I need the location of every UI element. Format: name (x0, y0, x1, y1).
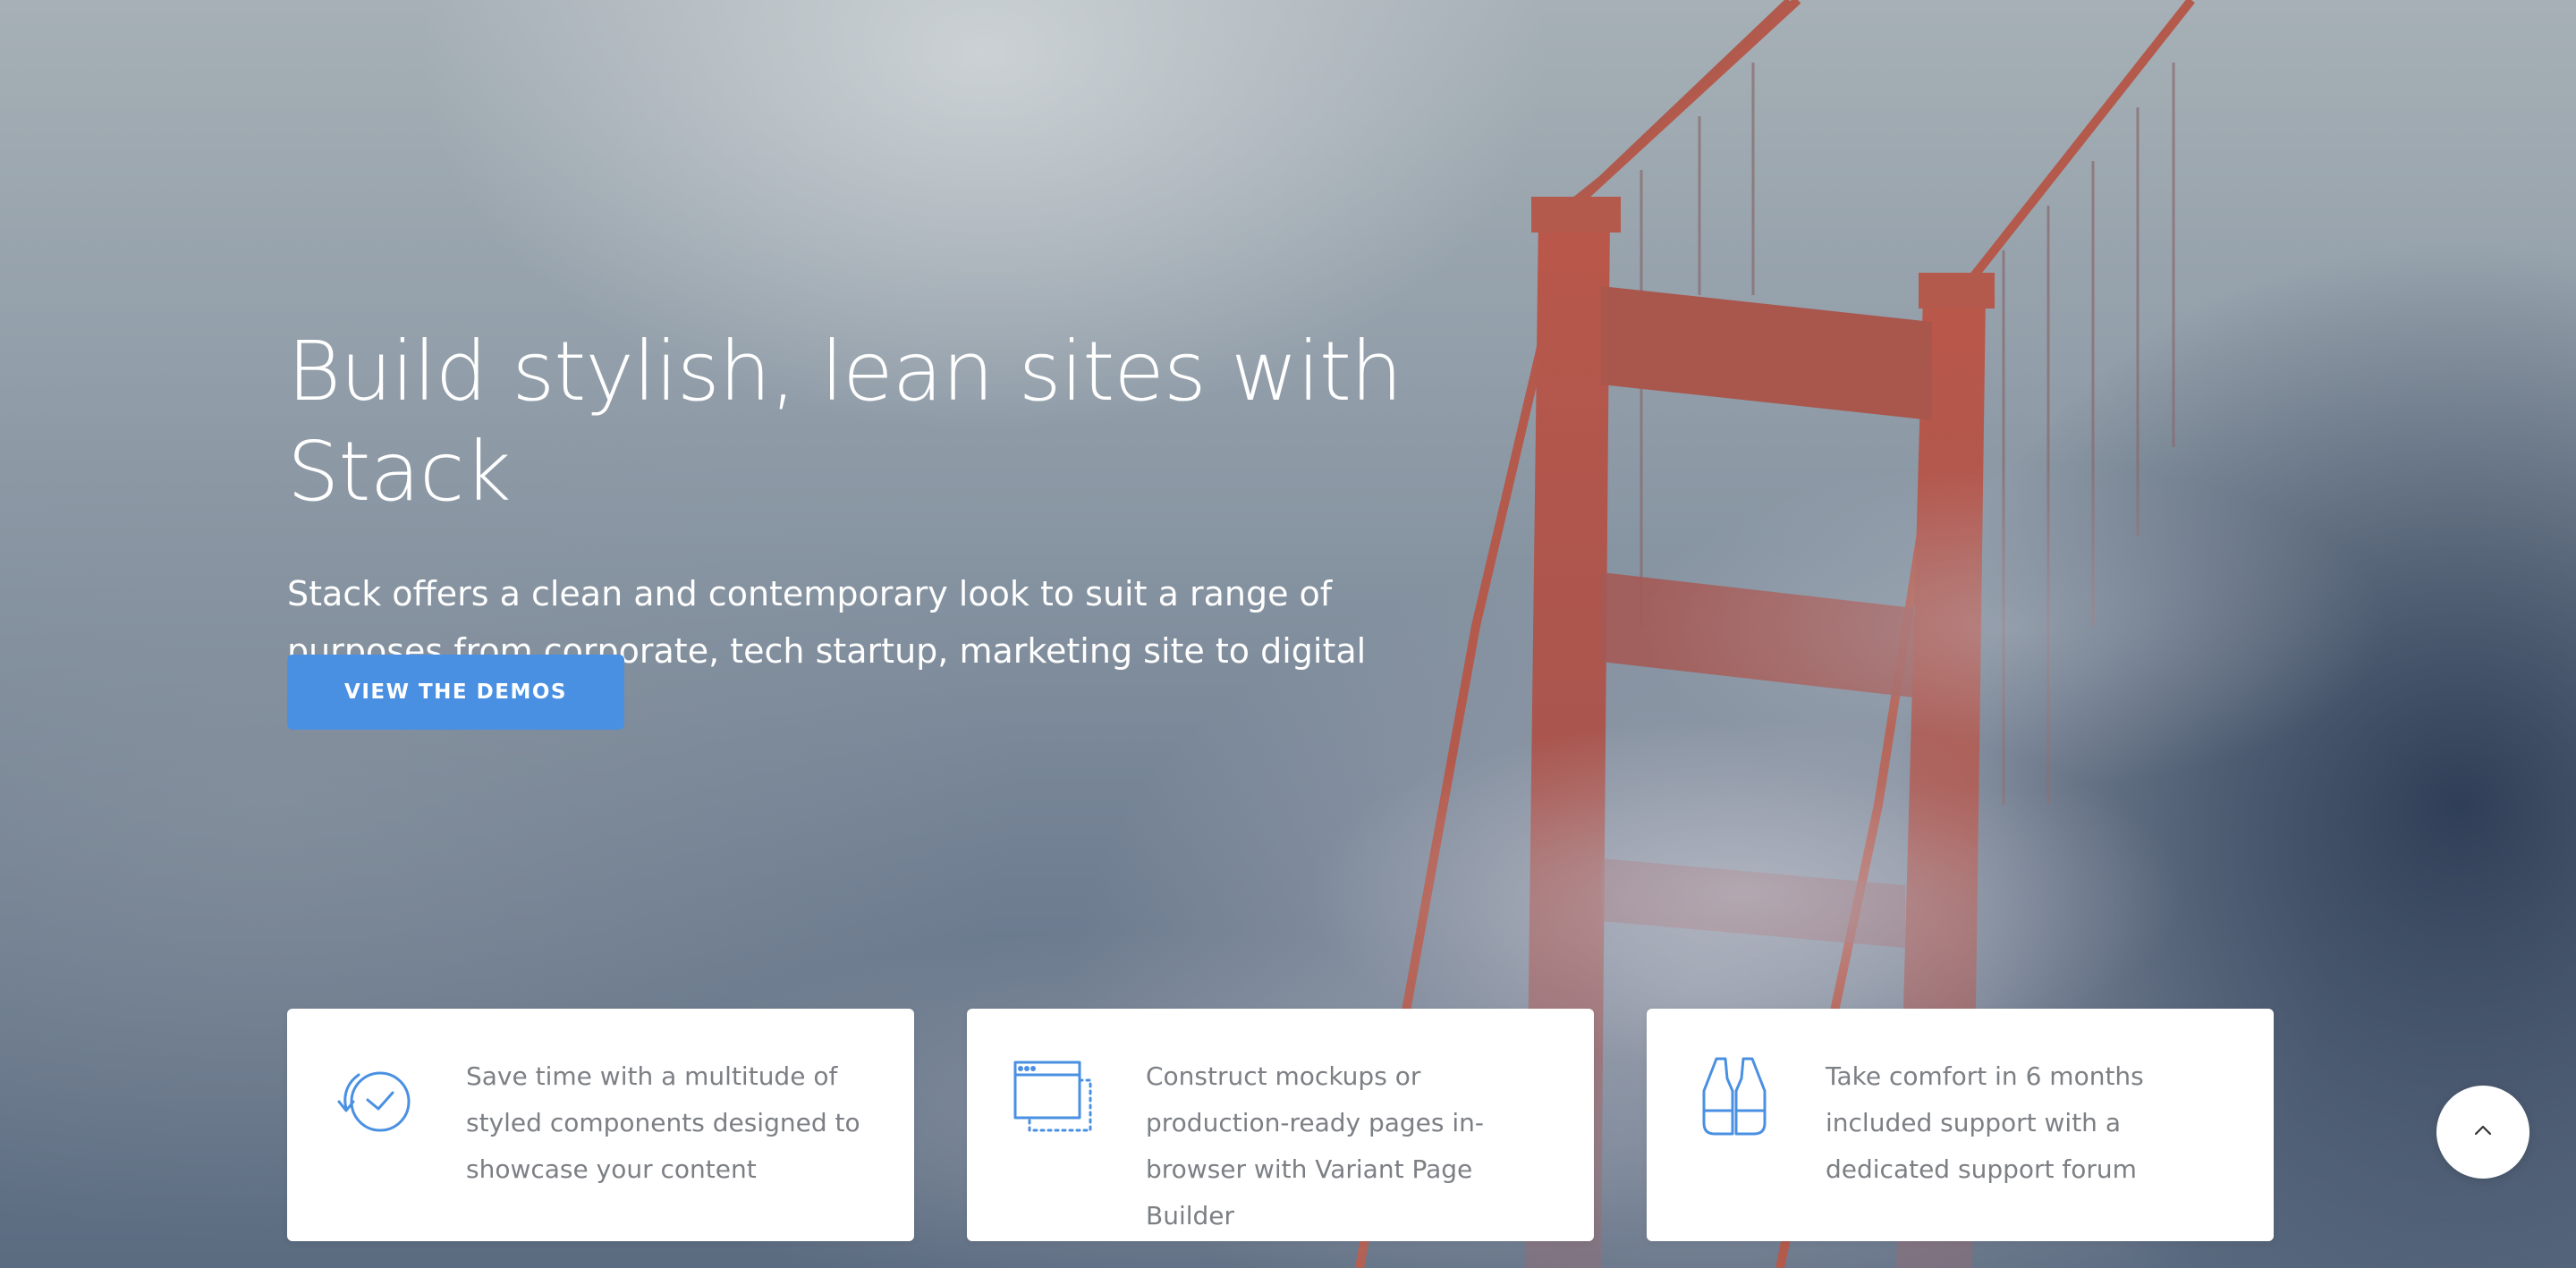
hero-content: Build stylish, lean sites with Stack Sta… (287, 322, 1477, 737)
feature-card: Save time with a multitude of styled com… (287, 1009, 914, 1241)
view-demos-button[interactable]: VIEW THE DEMOS (287, 655, 624, 730)
hero-section: Build stylish, lean sites with Stack Sta… (0, 0, 2576, 1268)
feature-cards: Save time with a multitude of styled com… (287, 1009, 2274, 1241)
life-vest-icon (1691, 1055, 1777, 1141)
clock-refresh-icon (332, 1055, 418, 1141)
feature-card-text: Construct mockups or production-ready pa… (1146, 1061, 1485, 1230)
feature-card-text: Take comfort in 6 months included suppor… (1826, 1061, 2144, 1184)
hero-headline: Build stylish, lean sites with Stack (287, 324, 1402, 520)
browser-window-icon (1012, 1055, 1097, 1141)
scroll-to-top-button[interactable] (2436, 1086, 2529, 1179)
chevron-up-icon (2470, 1117, 2496, 1147)
feature-card: Construct mockups or production-ready pa… (967, 1009, 1594, 1241)
feature-card: Take comfort in 6 months included suppor… (1647, 1009, 2274, 1241)
feature-card-text: Save time with a multitude of styled com… (466, 1061, 860, 1184)
